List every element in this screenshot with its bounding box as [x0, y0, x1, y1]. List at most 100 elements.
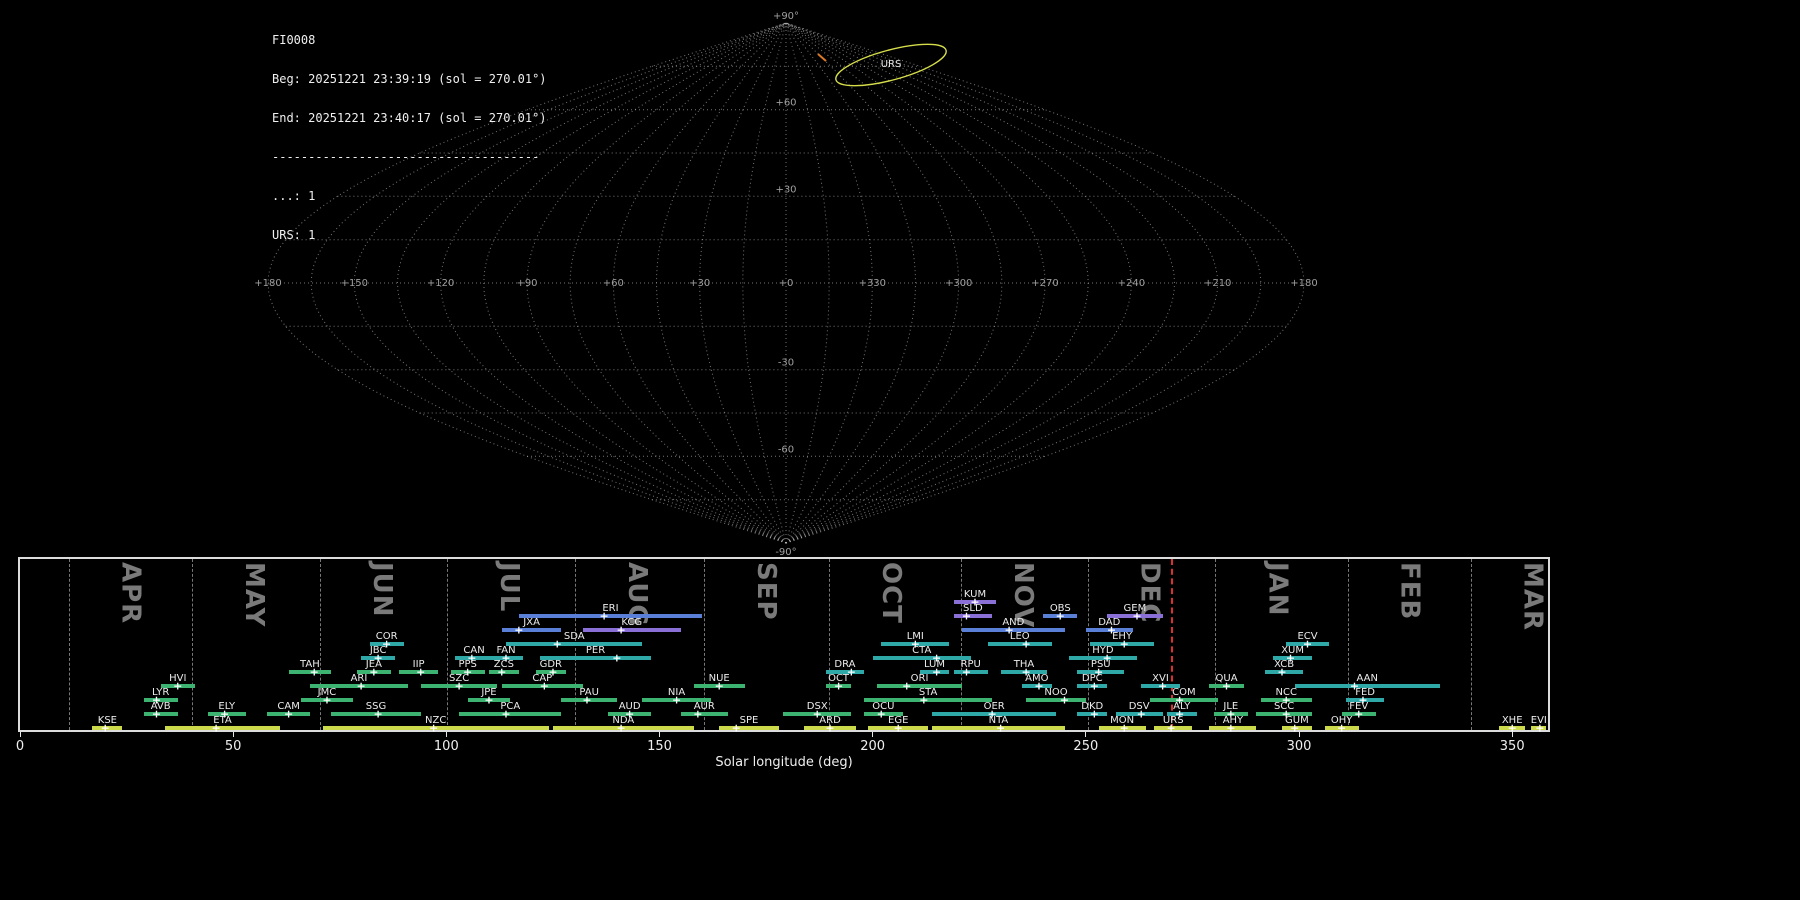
shower-label-gum: GUM [1285, 715, 1309, 726]
shower-label-jbc: JBC [370, 645, 387, 656]
shower-label-aly: ALY [1173, 701, 1190, 712]
shower-label-and: AND [1002, 617, 1024, 628]
shower-label-cor: COR [376, 631, 398, 642]
map-lon-label: +180 [254, 278, 281, 289]
shower-label-ssg: SSG [366, 701, 386, 712]
shower-label-ari: ARI [351, 673, 368, 684]
shower-label-dsx: DSX [807, 701, 828, 712]
shower-label-oer: OER [984, 701, 1005, 712]
map-lon-label: +210 [1204, 278, 1231, 289]
month-boundary-line [447, 559, 448, 730]
month-label-sep: SEP [751, 562, 781, 621]
shower-label-jle: JLE [1223, 701, 1238, 712]
x-axis-tick-label: 150 [647, 739, 672, 754]
map-lon-label: +240 [1118, 278, 1145, 289]
shower-label-nda: NDA [612, 715, 634, 726]
shower-label-ori: ORI [911, 673, 929, 684]
sky-map: +180 +150 +120 +90 +60 +30 +0 +330 +300 +270 +240 +… [0, 0, 1800, 555]
month-boundary-line [1215, 559, 1216, 730]
month-boundary-line [192, 559, 193, 730]
shower-label-sld: SLD [963, 603, 983, 614]
shower-bar-noo [1026, 698, 1086, 702]
map-lon-label: +150 [341, 278, 368, 289]
shower-bar-kcg [583, 628, 681, 632]
month-label-apr: APR [115, 562, 145, 624]
shower-bar-eri [519, 614, 702, 618]
shower-label-lum: LUM [924, 659, 945, 670]
map-lat-label: +60 [775, 98, 796, 109]
shower-label-tha: THA [1014, 659, 1034, 670]
shower-label-xhe: XHE [1502, 715, 1523, 726]
shower-label-mon: MON [1110, 715, 1134, 726]
map-lat-label: -60 [778, 444, 794, 455]
shower-label-avb: AVB [151, 701, 171, 712]
x-axis-title: Solar longitude (deg) [715, 755, 852, 770]
shower-label-lmi: LMI [907, 631, 924, 642]
month-boundary-line [961, 559, 962, 730]
map-lon-label: +90 [516, 278, 537, 289]
shower-label-lyr: LYR [152, 687, 169, 698]
shower-label-ard: ARD [819, 715, 841, 726]
shower-label-gem: GEM [1124, 603, 1147, 614]
month-label-jan: JAN [1262, 562, 1292, 617]
month-label-jun: JUN [367, 562, 397, 618]
shower-label-spe: SPE [740, 715, 759, 726]
map-lon-label: +300 [945, 278, 972, 289]
shower-label-jea: JEA [366, 659, 382, 670]
x-axis-tick-label: 250 [1073, 739, 1098, 754]
shower-label-nzc: NZC [425, 715, 446, 726]
shower-label-fev: FEV [1349, 701, 1368, 712]
map-lat-label: -30 [778, 358, 794, 369]
month-label-may: MAY [239, 562, 269, 627]
shower-label-ocu: OCU [872, 701, 894, 712]
map-lat-label: +90° [773, 11, 799, 22]
month-label-feb: FEB [1394, 562, 1424, 620]
x-axis-tick-label: 50 [225, 739, 242, 754]
shower-bar-spe [719, 726, 779, 730]
shower-label-dsv: DSV [1129, 701, 1150, 712]
shower-label-fed: FED [1355, 687, 1375, 698]
map-lon-label: +330 [859, 278, 886, 289]
map-lon-label: +270 [1031, 278, 1058, 289]
shower-label-aan: AAN [1356, 673, 1377, 684]
month-label-oct: OCT [876, 562, 906, 624]
month-boundary-line [320, 559, 321, 730]
shower-label-kcg: KCG [621, 617, 642, 628]
shower-peak-sda: + [553, 639, 562, 650]
shower-label-psu: PSU [1091, 659, 1111, 670]
x-axis-tick [20, 732, 21, 737]
shower-bar-eta [165, 726, 280, 730]
shower-bar-sld [954, 614, 992, 618]
activity-timeline: Solar longitude (deg) APRMAYJUNJULAUGSEP… [18, 557, 1550, 732]
shower-label-pca: PCA [500, 701, 520, 712]
map-lon-label: +120 [427, 278, 454, 289]
x-axis-tick-label: 100 [434, 739, 459, 754]
map-lat-label: +30 [775, 184, 796, 195]
shower-label-can: CAN [463, 645, 484, 656]
shower-bar-cta [873, 656, 971, 660]
shower-label-ely: ELY [218, 701, 235, 712]
x-axis-tick [659, 732, 660, 737]
x-axis-tick-label: 300 [1287, 739, 1312, 754]
shower-label-per: PER [586, 645, 605, 656]
shower-label-cam: CAM [277, 701, 299, 712]
shower-label-amo: AMO [1025, 673, 1048, 684]
shower-label-pps: PPS [458, 659, 476, 670]
shower-label-xvi: XVI [1152, 673, 1169, 684]
shower-bar-jxa [502, 628, 562, 632]
shower-label-sta: STA [919, 687, 938, 698]
shower-label-aud: AUD [619, 701, 641, 712]
shower-label-scc: SCC [1274, 701, 1294, 712]
shower-bar-leo [988, 642, 1052, 646]
x-axis-tick-label: 0 [16, 739, 24, 754]
map-lon-label: +0 [779, 278, 794, 289]
map-lon-label: +30 [689, 278, 710, 289]
shower-label-zcs: ZCS [494, 659, 514, 670]
shower-label-iip: IIP [413, 659, 425, 670]
x-axis-tick [872, 732, 873, 737]
shower-label-tah: TAH [300, 659, 320, 670]
shower-peak-jxa: + [514, 625, 523, 636]
shower-label-dad: DAD [1098, 617, 1120, 628]
shower-label-jpe: JPE [481, 687, 496, 698]
shower-label-ohy: OHY [1331, 715, 1353, 726]
